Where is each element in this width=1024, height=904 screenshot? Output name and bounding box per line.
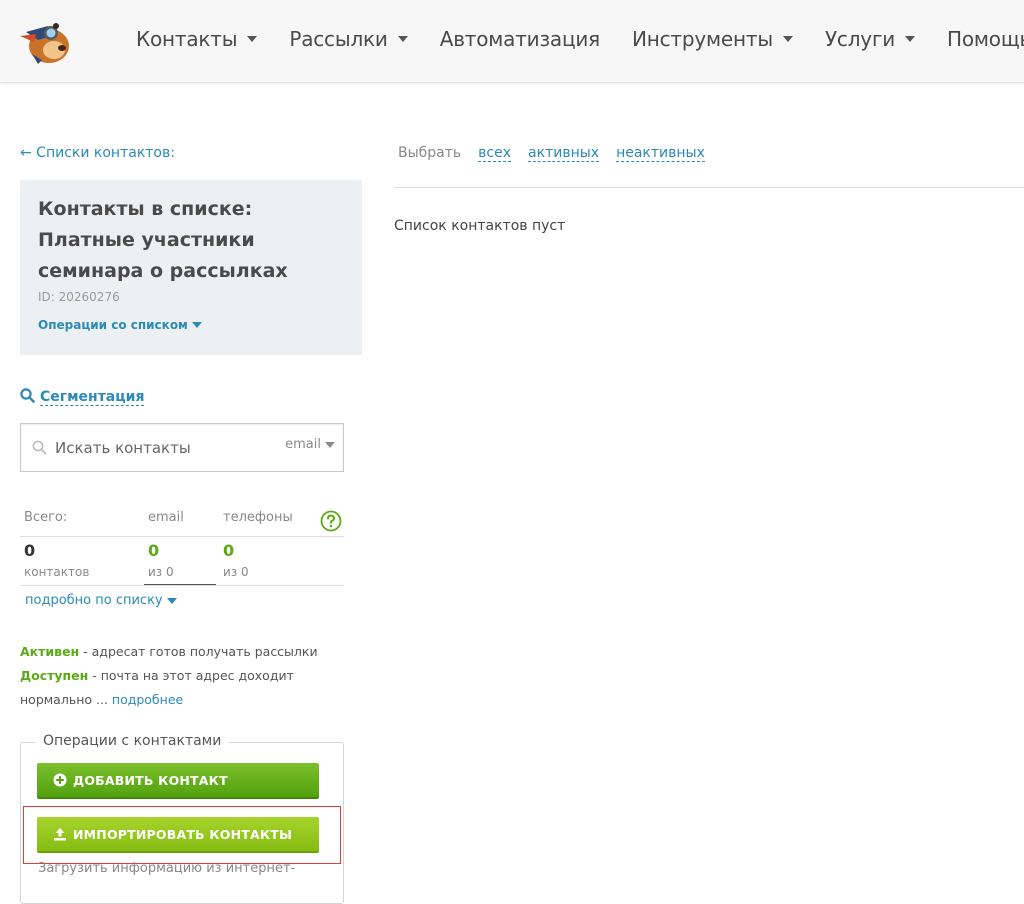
chevron-down-icon — [397, 36, 408, 42]
list-operations-dropdown[interactable]: Операции со списком — [38, 318, 202, 332]
add-contact-label: ДОБАВИТЬ КОНТАКТ — [73, 772, 228, 788]
select-inactive-link[interactable]: неактивных — [616, 145, 705, 162]
nav-item-label: Контакты — [136, 27, 238, 51]
search-icon — [20, 388, 35, 407]
nav-item-label: Рассылки — [289, 27, 388, 51]
stats-header-phones: телефоны — [223, 510, 293, 525]
chevron-down-icon — [166, 597, 177, 604]
import-contacts-label: ИМПОРТИРОВАТЬ КОНТАКТЫ — [73, 826, 293, 842]
list-info-card: Контакты в списке: Платные участники сем… — [20, 180, 362, 355]
stats-header-email: email — [148, 510, 184, 525]
segmentation-label: Сегментация — [40, 389, 145, 406]
nav-item-services[interactable]: Услуги — [824, 26, 916, 52]
chevron-down-icon — [325, 441, 335, 448]
back-to-lists-link[interactable]: ← Списки контактов: — [20, 145, 175, 161]
legend-available: Доступен - почта на этот адрес доходит н… — [20, 664, 340, 712]
contact-search-box: email — [20, 423, 344, 472]
nav-item-label: Инструменты — [632, 27, 773, 51]
chevron-down-icon — [247, 36, 258, 42]
search-icon — [32, 440, 47, 459]
select-all-link[interactable]: всех — [478, 145, 512, 162]
select-active-link[interactable]: активных — [528, 145, 600, 162]
nav-item-label: Автоматизация — [439, 27, 600, 51]
plus-circle-icon — [53, 773, 67, 787]
status-legend: Активен - адресат готов получать рассылк… — [20, 640, 340, 712]
segmentation-link[interactable]: Сегментация — [20, 388, 145, 407]
stats-header: Всего: email телефоны — [20, 506, 344, 537]
nav-item-campaigns[interactable]: Рассылки — [289, 26, 408, 52]
stats-values: 0 контактов 0 из 0 0 из 0 — [20, 537, 344, 586]
stat-email-label: из 0 — [148, 565, 174, 579]
list-details-link[interactable]: подробно по списку — [25, 593, 177, 608]
chevron-down-icon — [905, 36, 916, 42]
main-nav: Контакты Рассылки Автоматизация Инструме… — [136, 26, 1024, 52]
stat-phones-label: из 0 — [223, 565, 249, 579]
stat-phones-count: 0 — [223, 541, 235, 560]
list-details-label: подробно по списку — [25, 593, 163, 608]
list-operations-label: Операции со списком — [38, 318, 188, 332]
search-type-dropdown[interactable]: email — [285, 437, 335, 452]
search-input[interactable] — [53, 434, 267, 462]
stats-header-total: Всего: — [24, 510, 68, 525]
import-description: Загрузить информацию из интернет- — [38, 861, 296, 876]
contact-operations-title: Операции с контактами — [35, 733, 230, 749]
nav-item-label: Услуги — [824, 27, 896, 51]
logo-icon[interactable] — [18, 14, 76, 66]
search-type-label: email — [285, 437, 321, 452]
stat-divider — [144, 584, 216, 585]
chevron-down-icon — [191, 322, 202, 328]
help-icon[interactable] — [320, 510, 342, 536]
stat-total-label: контактов — [24, 565, 90, 579]
nav-item-help[interactable]: Помощь — [947, 26, 1024, 52]
nav-item-label: Помощь — [947, 27, 1024, 51]
top-navigation-bar: Контакты Рассылки Автоматизация Инструме… — [0, 0, 1024, 83]
contact-stats: Всего: email телефоны 0 контактов 0 из 0… — [20, 506, 344, 586]
legend-available-term: Доступен — [20, 668, 89, 683]
legend-active-desc: - адресат готов получать рассылки — [79, 644, 318, 659]
nav-item-tools[interactable]: Инструменты — [632, 26, 793, 52]
divider — [394, 187, 1024, 188]
list-id: ID: 20260276 — [38, 290, 120, 304]
legend-more-link[interactable]: подробнее — [112, 692, 183, 707]
stat-total-count: 0 — [24, 541, 36, 560]
legend-active-term: Активен — [20, 644, 80, 659]
list-title: Контакты в списке: Платные участники сем… — [38, 198, 288, 282]
contact-operations-panel: Операции с контактами ДОБАВИТЬ КОНТАКТ И… — [20, 733, 344, 904]
nav-item-automation[interactable]: Автоматизация — [440, 26, 600, 52]
nav-item-contacts[interactable]: Контакты — [136, 26, 258, 52]
import-contacts-button[interactable]: ИМПОРТИРОВАТЬ КОНТАКТЫ — [37, 817, 319, 853]
chevron-down-icon — [782, 36, 793, 42]
add-contact-button[interactable]: ДОБАВИТЬ КОНТАКТ — [37, 763, 319, 799]
legend-active: Активен - адресат готов получать рассылк… — [20, 640, 340, 664]
upload-icon — [53, 827, 67, 841]
empty-list-message: Список контактов пуст — [394, 218, 566, 234]
stat-email-count: 0 — [148, 541, 160, 560]
select-filter-bar: Выбрать всех активных неактивных — [398, 145, 705, 162]
select-label: Выбрать — [398, 145, 462, 161]
